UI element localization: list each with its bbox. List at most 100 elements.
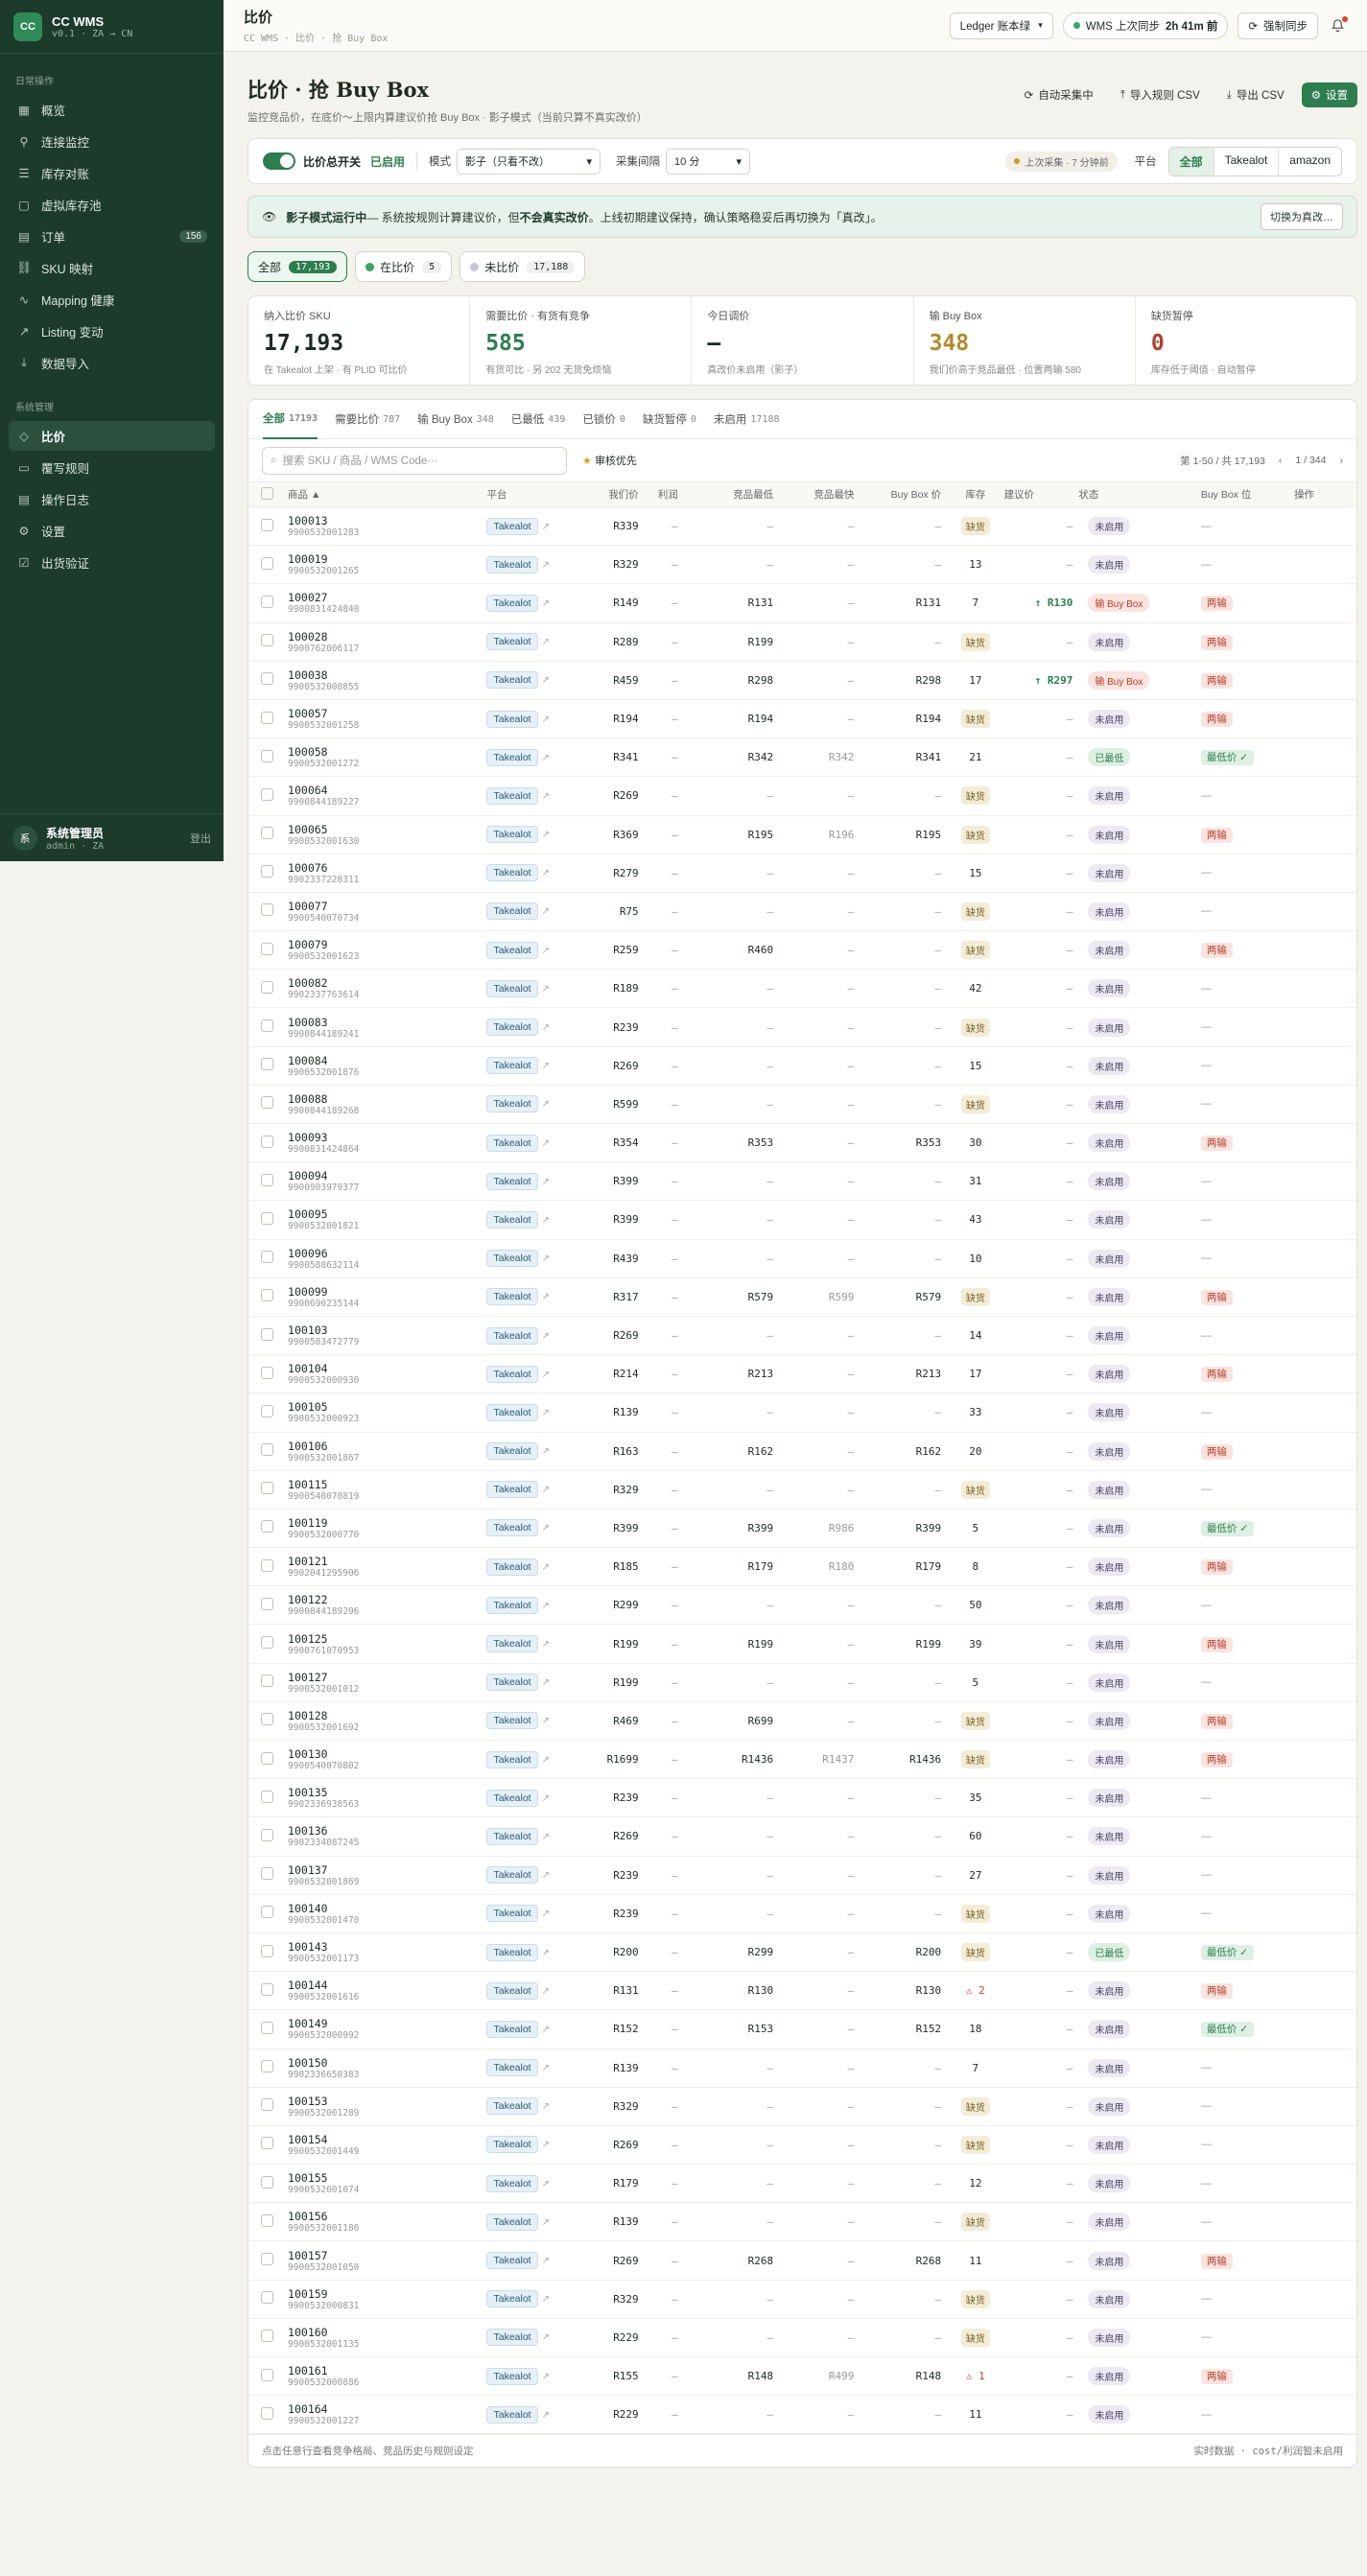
external-link-icon[interactable]: ↗ <box>542 1562 550 1573</box>
external-link-icon[interactable]: ↗ <box>542 1061 550 1071</box>
platform-takealot[interactable]: Takealot <box>1213 147 1279 176</box>
sidebar-item[interactable]: ∿ Mapping 健康 <box>9 285 215 315</box>
tab-filter[interactable]: 缺货暂停 0 <box>643 400 696 439</box>
table-row[interactable]: 100095 9900532001821 Takealot ↗ R399— — — —43— 未… <box>248 1201 1356 1240</box>
sidebar-item[interactable]: ⛓ SKU 映射 <box>9 253 215 283</box>
external-link-icon[interactable]: ↗ <box>542 906 550 917</box>
row-actions[interactable] <box>1294 1393 1356 1432</box>
table-row[interactable]: 100160 9900532001135 Takealot ↗ R229— — — — 缺货 — 未… <box>248 2318 1356 2357</box>
external-link-icon[interactable]: ↗ <box>542 1485 550 1495</box>
external-link-icon[interactable]: ↗ <box>542 1793 550 1804</box>
row-checkbox[interactable] <box>248 1817 288 1856</box>
external-link-icon[interactable]: ↗ <box>542 1292 550 1302</box>
row-actions[interactable] <box>1294 1856 1356 1894</box>
row-actions[interactable] <box>1294 1124 1356 1162</box>
row-checkbox[interactable] <box>248 1894 288 1932</box>
external-link-icon[interactable]: ↗ <box>542 1022 550 1033</box>
external-link-icon[interactable]: ↗ <box>542 1870 550 1881</box>
row-checkbox[interactable] <box>248 2010 288 2049</box>
table-row[interactable]: 100103 9900583472779 Takealot ↗ R269— — — —14— 未… <box>248 1316 1356 1355</box>
row-actions[interactable] <box>1294 1509 1356 1547</box>
external-link-icon[interactable]: ↗ <box>542 1331 550 1342</box>
switch-live-button[interactable]: 切换为真改… <box>1261 203 1343 230</box>
row-actions[interactable] <box>1294 1894 1356 1932</box>
table-row[interactable]: 100128 9900532001692 Takealot ↗ R469— R699— — 缺… <box>248 1701 1356 1741</box>
platform-amazon[interactable]: amazon <box>1278 147 1341 176</box>
external-link-icon[interactable]: ↗ <box>542 1446 550 1457</box>
pager-prev-icon[interactable]: ‹ <box>1279 455 1283 466</box>
row-checkbox[interactable] <box>248 507 288 546</box>
table-row[interactable]: 100140 9900532001470 Takealot ↗ R239— — — — 缺货 — 未… <box>248 1894 1356 1933</box>
table-row[interactable]: 100127 9900532001012 Takealot ↗ R199— — — —5— 未启… <box>248 1663 1356 1702</box>
row-checkbox[interactable] <box>248 2049 288 2087</box>
row-actions[interactable] <box>1294 1355 1356 1393</box>
external-link-icon[interactable]: ↗ <box>542 1138 550 1149</box>
row-actions[interactable] <box>1294 2280 1356 2318</box>
external-link-icon[interactable]: ↗ <box>542 1253 550 1264</box>
row-checkbox[interactable] <box>248 815 288 854</box>
row-checkbox[interactable] <box>248 1701 288 1740</box>
row-checkbox[interactable] <box>248 1085 288 1123</box>
row-actions[interactable] <box>1294 2049 1356 2087</box>
sidebar-item[interactable]: ▦ 概览 <box>9 95 215 125</box>
external-link-icon[interactable]: ↗ <box>542 522 550 532</box>
table-row[interactable]: 100057 9900532001258 Takealot ↗ R194— R194— R1… <box>248 699 1356 738</box>
row-checkbox[interactable] <box>248 1625 288 1663</box>
row-actions[interactable] <box>1294 1586 1356 1625</box>
table-row[interactable]: 100164 9900532001227 Takealot ↗ R229— — — —11— 未… <box>248 2396 1356 2434</box>
row-checkbox[interactable] <box>248 1162 288 1201</box>
row-checkbox[interactable] <box>248 1741 288 1779</box>
tab-filter[interactable]: 已锁价 0 <box>582 400 625 439</box>
sidebar-item[interactable]: ▤ 操作日志 <box>9 484 215 514</box>
table-row[interactable]: 100155 9900532001074 Takealot ↗ R179— — — —12— 未… <box>248 2165 1356 2203</box>
row-checkbox[interactable] <box>248 892 288 930</box>
row-actions[interactable] <box>1294 584 1356 622</box>
external-link-icon[interactable]: ↗ <box>542 1677 550 1688</box>
row-checkbox[interactable] <box>248 546 288 584</box>
table-row[interactable]: 100038 9900532000855 Takealot ↗ R459— R298— R2… <box>248 661 1356 700</box>
external-link-icon[interactable]: ↗ <box>542 2179 550 2190</box>
row-checkbox[interactable] <box>248 1316 288 1354</box>
table-row[interactable]: 100144 9900532001616 Takealot ↗ R131— R130— R1… <box>248 1972 1356 2010</box>
master-switch-toggle[interactable] <box>263 152 295 170</box>
table-row[interactable]: 100104 9900532000930 Takealot ↗ R214— R213— R2… <box>248 1355 1356 1393</box>
pager-next-icon[interactable]: › <box>1340 455 1344 466</box>
external-link-icon[interactable]: ↗ <box>542 2294 550 2305</box>
table-row[interactable]: 100088 9900844189268 Takealot ↗ R599— — — — 缺货 — 未… <box>248 1085 1356 1124</box>
row-actions[interactable] <box>1294 1625 1356 1663</box>
brand[interactable]: CC CC WMS v0.1 · ZA → CN <box>0 0 224 54</box>
tab-filter[interactable]: 全部 17193 <box>263 400 318 439</box>
priority-filter[interactable]: ★ 审核优先 <box>582 453 637 468</box>
row-actions[interactable] <box>1294 777 1356 815</box>
table-row[interactable]: 100161 9900532000886 Takealot ↗ R155— R148 R49… <box>248 2357 1356 2396</box>
row-actions[interactable] <box>1294 2010 1356 2049</box>
row-checkbox[interactable] <box>248 1432 288 1470</box>
row-checkbox[interactable] <box>248 584 288 622</box>
sidebar-item[interactable]: ▤ 订单 156 <box>9 222 215 251</box>
table-row[interactable]: 100137 9900532001869 Takealot ↗ R239— — — —27— 未… <box>248 1856 1356 1895</box>
row-actions[interactable] <box>1294 931 1356 970</box>
external-link-icon[interactable]: ↗ <box>542 791 550 802</box>
row-checkbox[interactable] <box>248 1277 288 1316</box>
logout-link[interactable]: 登出 <box>190 831 211 846</box>
external-link-icon[interactable]: ↗ <box>542 1523 550 1534</box>
row-actions[interactable] <box>1294 1932 1356 1971</box>
tab-filter[interactable]: 未启用 17188 <box>714 400 780 439</box>
row-actions[interactable] <box>1294 1085 1356 1123</box>
sidebar-item[interactable]: ☑ 出货验证 <box>9 548 215 577</box>
external-link-icon[interactable]: ↗ <box>542 2101 550 2112</box>
table-row[interactable]: 100136 9902334087245 Takealot ↗ R269— — — —60— 未… <box>248 1817 1356 1857</box>
external-link-icon[interactable]: ↗ <box>542 2332 550 2343</box>
external-link-icon[interactable]: ↗ <box>542 2372 550 2382</box>
table-row[interactable]: 100084 9900532001876 Takealot ↗ R269— — — —15— 未… <box>248 1046 1356 1086</box>
filter-chip[interactable]: 在比价 5 <box>355 251 453 282</box>
row-actions[interactable] <box>1294 1046 1356 1085</box>
table-row[interactable]: 100094 9900903979377 Takealot ↗ R399— — — —31— 未… <box>248 1162 1356 1201</box>
table-row[interactable]: 100065 9900532001630 Takealot ↗ R369— R195 R19… <box>248 815 1356 855</box>
mode-select[interactable]: 影子（只看不改） ▾ <box>457 148 601 175</box>
search-input[interactable]: ⌕ 搜索 SKU / 商品 / WMS Code··· <box>262 446 567 475</box>
row-actions[interactable] <box>1294 2318 1356 2356</box>
export-csv-button[interactable]: ⤓ 导出 CSV <box>1217 82 1294 107</box>
table-row[interactable]: 100130 9900540070802 Takealot ↗ R1699— R1436 R… <box>248 1741 1356 1779</box>
table-row[interactable]: 100115 9900540070819 Takealot ↗ R329— — — — 缺货 — 未… <box>248 1470 1356 1510</box>
